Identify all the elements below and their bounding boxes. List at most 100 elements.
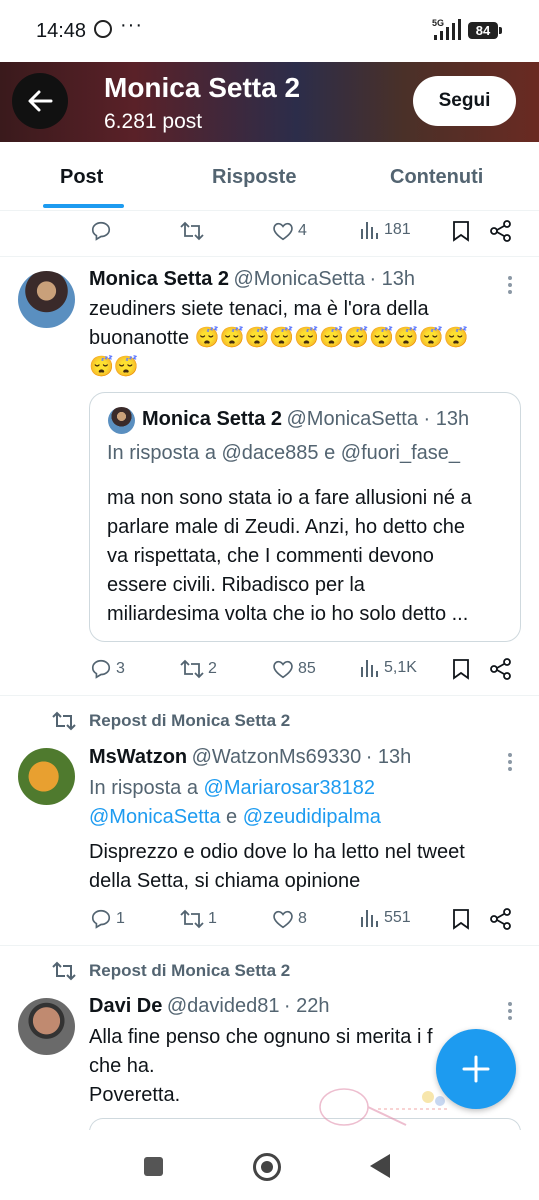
profile-name: Monica Setta 2: [104, 72, 301, 103]
repost-icon: [180, 659, 204, 679]
view-count: 5,1K: [384, 659, 417, 676]
views-button[interactable]: 181: [360, 220, 411, 240]
back-nav-button[interactable]: [370, 1154, 390, 1178]
repost-count: 1: [208, 910, 217, 927]
reply-button[interactable]: 1: [90, 908, 125, 930]
share-icon: [490, 220, 511, 242]
compose-button[interactable]: [436, 1029, 516, 1109]
repost-icon: [180, 909, 204, 929]
follow-button[interactable]: Segui: [413, 76, 516, 126]
status-time: 14:48: [36, 20, 87, 42]
battery-icon: 84: [468, 22, 502, 39]
views-icon: [361, 910, 378, 927]
like-button[interactable]: 4: [272, 220, 307, 242]
like-count: 4: [298, 222, 307, 239]
repost-label[interactable]: Repost di Monica Setta 2: [89, 711, 290, 731]
heart-icon: [273, 660, 293, 679]
author-handle[interactable]: @davided81: [167, 995, 280, 1017]
views-button[interactable]: 5,1K: [360, 658, 417, 678]
mention-link[interactable]: @MonicaSetta: [89, 806, 220, 828]
more-notifications-icon: ···: [120, 14, 143, 36]
reply-prefix: In risposta a: [89, 777, 204, 799]
share-button[interactable]: [490, 658, 512, 680]
views-icon: [361, 222, 378, 239]
views-button[interactable]: 551: [360, 908, 411, 928]
tab-risposte[interactable]: Risposte: [212, 166, 296, 189]
more-options-icon[interactable]: [508, 753, 512, 774]
svg-text:5G: 5G: [432, 18, 444, 28]
reply-icon: [91, 659, 111, 679]
divider: [0, 256, 539, 257]
author-handle[interactable]: @MonicaSetta: [234, 268, 365, 290]
like-count: 8: [298, 910, 307, 927]
avatar-monica-setta[interactable]: [18, 271, 75, 328]
quote-author-handle: @MonicaSetta · 13h: [286, 408, 470, 430]
share-button[interactable]: [490, 220, 512, 242]
post-text-line: buonanotte 😴😴😴😴😴😴😴😴😴😴😴: [89, 327, 469, 349]
author-name[interactable]: Monica Setta 2: [89, 268, 229, 290]
reply-button[interactable]: 3: [90, 658, 125, 680]
reply-count: 3: [116, 660, 125, 677]
views-icon: [361, 660, 378, 677]
more-options-icon[interactable]: [508, 1002, 512, 1023]
android-nav-bar: [0, 1130, 539, 1200]
avatar-mswatzon[interactable]: [18, 748, 75, 805]
post-text-line: 😴😴: [89, 356, 139, 378]
bookmark-icon: [453, 659, 469, 680]
share-button[interactable]: [490, 908, 512, 930]
more-options-icon[interactable]: [508, 276, 512, 297]
reply-icon: [91, 221, 111, 241]
repost-button[interactable]: [180, 220, 204, 242]
quote-text-line: va rispettata, che I commenti devono: [107, 545, 434, 567]
repost-count: 2: [208, 660, 217, 677]
repost-button[interactable]: 2: [180, 658, 217, 680]
post-text-line: Alla fine penso che ognuno si merita i f: [89, 1026, 433, 1048]
mention-link[interactable]: @zeudidipalma: [243, 806, 381, 828]
quote-text: ma non sono stata io a fare allusioni né…: [107, 484, 517, 629]
quote-author-name: Monica Setta 2: [142, 408, 283, 430]
post-count: 6.281 post: [104, 110, 203, 133]
quote-text-line: miliardesima volta che io ho solo detto …: [107, 603, 469, 625]
home-button[interactable]: [253, 1153, 281, 1181]
bookmark-icon: [453, 221, 469, 242]
repost-label[interactable]: Repost di Monica Setta 2: [89, 961, 290, 981]
mention-link[interactable]: @Mariarosar38182: [204, 777, 376, 799]
author-name[interactable]: Davi De: [89, 995, 162, 1017]
reply-and: e: [220, 806, 243, 828]
view-count: 181: [384, 221, 411, 238]
bookmark-button[interactable]: [452, 658, 470, 680]
repost-indicator-icon: [52, 711, 76, 731]
like-count: 85: [298, 660, 316, 677]
post-text-line: zeudiners siete tenaci, ma è l'ora della: [89, 298, 429, 320]
avatar-davi-de[interactable]: [18, 998, 75, 1055]
divider: [0, 945, 539, 946]
tab-contenuti[interactable]: Contenuti: [390, 166, 483, 189]
reply-count: 1: [116, 910, 125, 927]
recents-button[interactable]: [144, 1157, 163, 1176]
like-button[interactable]: 85: [272, 658, 316, 680]
plus-icon: [462, 1055, 490, 1083]
bookmark-icon: [453, 909, 469, 930]
author-name[interactable]: MsWatzon: [89, 746, 187, 768]
quote-text-line: essere civili. Ribadisco per la: [107, 574, 365, 596]
back-button[interactable]: [12, 73, 68, 129]
bookmark-button[interactable]: [452, 908, 470, 930]
reply-button[interactable]: [90, 220, 112, 242]
author-handle[interactable]: @WatzonMs69330: [192, 746, 362, 768]
post-text: Disprezzo e odio dove lo ha letto nel tw…: [89, 838, 519, 896]
post-header: Davi De @davided81 · 22h: [89, 995, 329, 1018]
share-icon: [490, 658, 511, 680]
whatsapp-icon: [94, 20, 112, 38]
bookmark-button[interactable]: [452, 220, 470, 242]
like-button[interactable]: 8: [272, 908, 307, 930]
repost-button[interactable]: 1: [180, 908, 217, 930]
tab-post[interactable]: Post: [60, 166, 103, 189]
reply-icon: [91, 909, 111, 929]
share-icon: [490, 908, 511, 930]
post-text-line: della Setta, si chiama opinione: [89, 870, 361, 892]
repost-indicator-icon: [52, 961, 76, 981]
divider: [0, 695, 539, 696]
reply-to: In risposta a @Mariarosar38182 @MonicaSe…: [89, 774, 519, 832]
post-text-line: che ha.: [89, 1055, 155, 1077]
post-header: Monica Setta 2 @MonicaSetta · 13h: [89, 268, 415, 291]
